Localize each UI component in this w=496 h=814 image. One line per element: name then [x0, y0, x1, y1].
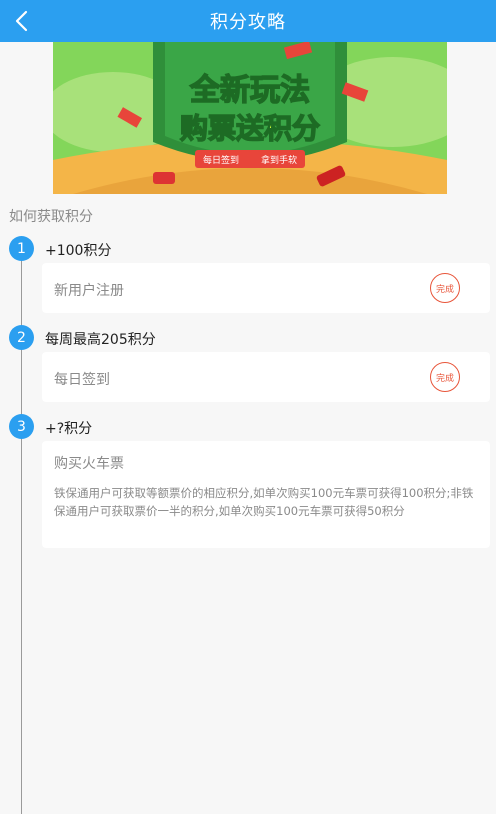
step-title-3: +?积分 — [45, 421, 93, 437]
task-card-buy-ticket[interactable]: 购买火车票 铁保通用户可获取等额票价的相应积分,如单次购买100元车票可获得10… — [42, 441, 490, 548]
step-number-1: 1 — [9, 236, 34, 261]
promo-banner-art: 全新玩法 购票送积分 每日签到 拿到手软 — [53, 42, 447, 194]
done-badge: 完成 — [430, 362, 460, 392]
back-button[interactable] — [0, 0, 42, 42]
step-title-1: +100积分 — [45, 243, 112, 259]
card-description: 铁保通用户可获取等额票价的相应积分,如单次购买100元车票可获得100积分;非铁… — [54, 486, 474, 518]
card-title: 新用户注册 — [54, 283, 124, 299]
chevron-left-icon — [15, 10, 28, 32]
step-title-2: 每周最高205积分 — [45, 332, 156, 348]
step-number-3: 3 — [9, 414, 34, 439]
step-number-2: 2 — [9, 325, 34, 350]
card-title: 每日签到 — [54, 372, 110, 388]
task-card-register[interactable]: 新用户注册 完成 — [42, 263, 490, 313]
banner-tag-left: 每日签到 — [203, 154, 239, 166]
task-card-checkin[interactable]: 每日签到 完成 — [42, 352, 490, 402]
header-bar: 积分攻略 — [0, 0, 496, 42]
banner-headline: 全新玩法 — [189, 73, 310, 108]
banner-subheadline: 购票送积分 — [180, 112, 320, 145]
promo-banner[interactable]: 全新玩法 购票送积分 每日签到 拿到手软 — [53, 42, 447, 194]
done-badge: 完成 — [430, 273, 460, 303]
page-title: 积分攻略 — [210, 12, 286, 33]
section-label: 如何获取积分 — [9, 209, 93, 225]
banner-tag-right: 拿到手软 — [261, 154, 297, 166]
card-title: 购买火车票 — [54, 456, 124, 472]
